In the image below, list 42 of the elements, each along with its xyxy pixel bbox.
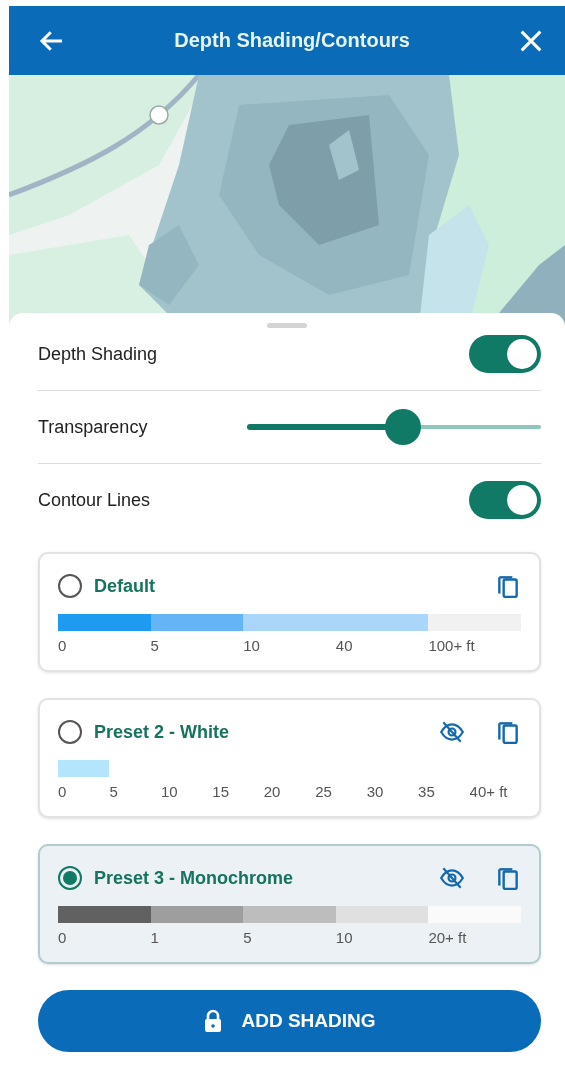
preset-name: Preset 2 - White bbox=[94, 721, 231, 743]
depth-tick-label: 5 bbox=[150, 637, 160, 654]
depth-tick-label: 0 bbox=[58, 929, 68, 946]
depth-tick-label: 35 bbox=[418, 783, 436, 800]
depth-tick-label: 1 bbox=[150, 929, 160, 946]
depth-tick-label: 0 bbox=[58, 637, 68, 654]
copy-icon[interactable] bbox=[495, 865, 521, 891]
depth-tick-label: 40 bbox=[335, 637, 354, 654]
depth-tick-label: 30 bbox=[366, 783, 385, 800]
setting-label: Depth Shading bbox=[38, 343, 158, 365]
eye-slash-icon[interactable] bbox=[439, 719, 465, 745]
toggle-switch[interactable] bbox=[469, 481, 541, 519]
depth-tick-label: 10 bbox=[243, 637, 261, 654]
preset-name: Preset 3 - Monochrome bbox=[94, 867, 295, 889]
radio-button[interactable] bbox=[58, 720, 82, 744]
depth-tick-label: 10 bbox=[160, 783, 179, 800]
preset-card[interactable]: Preset 3 - Monochrome 0 1 5 10 20+ ft bbox=[38, 844, 541, 964]
eye-slash-icon[interactable] bbox=[439, 865, 465, 891]
transparency-slider[interactable] bbox=[247, 409, 541, 445]
depth-tick-label: 20 bbox=[263, 783, 282, 800]
screen-title: Depth Shading/Contours bbox=[174, 29, 410, 52]
preset-card[interactable]: Default 0 5 10 40 100+ ft bbox=[38, 552, 541, 672]
copy-icon[interactable] bbox=[495, 573, 521, 599]
add-shading-button[interactable]: ADD SHADING bbox=[38, 990, 541, 1052]
radio-button[interactable] bbox=[58, 574, 82, 598]
setting-label: Transparency bbox=[38, 416, 148, 438]
depth-tick-label: 5 bbox=[243, 929, 253, 946]
depth-tick-label: 0 bbox=[58, 783, 68, 800]
depth-tick-label: 5 bbox=[109, 783, 119, 800]
depth-tick-label: 15 bbox=[212, 783, 230, 800]
depth-tick-label: 25 bbox=[315, 783, 333, 800]
preset-name: Default bbox=[94, 575, 156, 597]
toggle-switch[interactable] bbox=[469, 335, 541, 373]
depth-tick-label: 40+ ft bbox=[469, 783, 509, 800]
radio-button[interactable] bbox=[58, 866, 82, 890]
depth-tick-label: 20+ ft bbox=[428, 929, 468, 946]
setting-label: Contour Lines bbox=[38, 489, 151, 511]
copy-icon[interactable] bbox=[495, 719, 521, 745]
depth-tick-label: 10 bbox=[335, 929, 354, 946]
preset-card[interactable]: Preset 2 - White 0 5 10 15 20 25 30 35 40+ ft bbox=[38, 698, 541, 818]
drag-handle[interactable] bbox=[267, 323, 307, 328]
depth-tick-label: 100+ ft bbox=[428, 637, 476, 654]
